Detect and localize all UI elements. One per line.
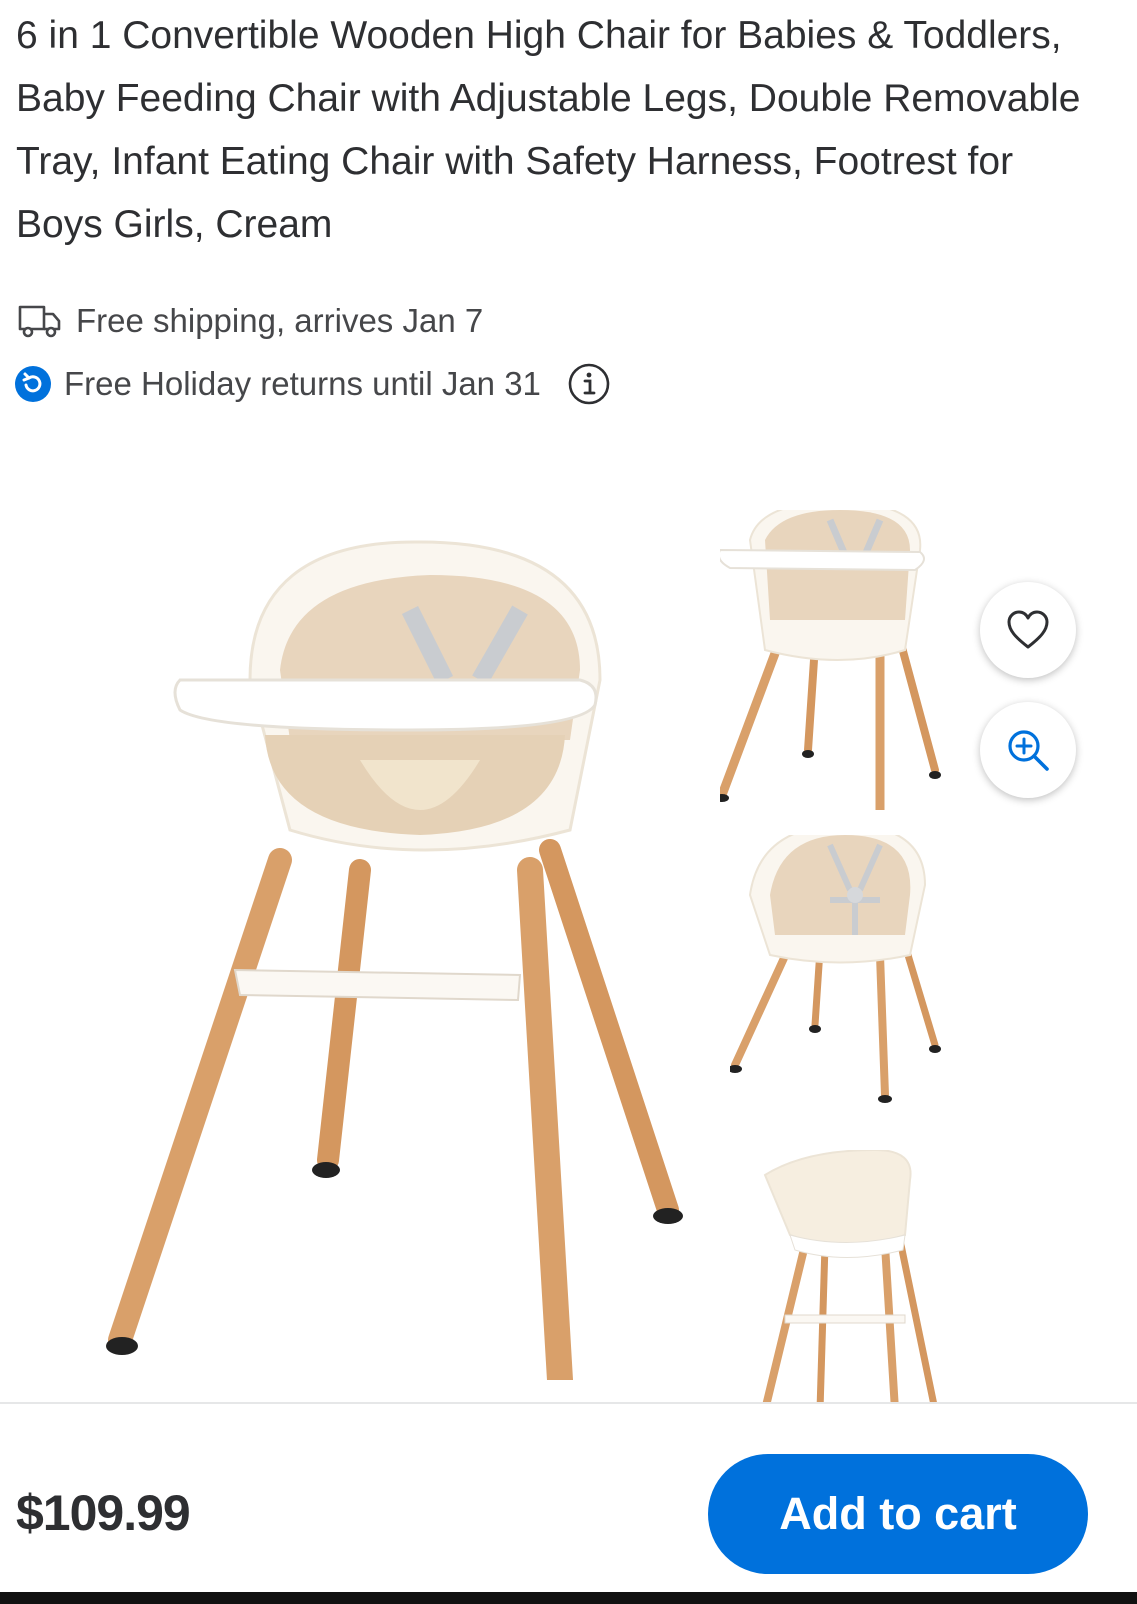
product-title: 6 in 1 Convertible Wooden High Chair for… bbox=[16, 14, 1081, 246]
product-image-gallery[interactable] bbox=[0, 470, 1137, 1403]
purchase-bar: $109.99 Add to cart bbox=[0, 1402, 1137, 1592]
returns-text: Free Holiday returns until Jan 31 bbox=[64, 365, 541, 402]
return-arrow-icon bbox=[15, 366, 51, 402]
zoom-button[interactable] bbox=[980, 702, 1076, 798]
zoom-in-icon bbox=[1008, 730, 1049, 771]
truck-icon bbox=[18, 305, 61, 338]
product-thumbnail-1[interactable] bbox=[720, 510, 960, 810]
add-to-cart-button[interactable]: Add to cart bbox=[708, 1454, 1088, 1574]
info-icon[interactable] bbox=[567, 362, 611, 406]
product-thumbnail-3[interactable] bbox=[745, 1150, 955, 1403]
heart-icon bbox=[1007, 610, 1049, 649]
product-price: $109.99 bbox=[16, 1485, 191, 1541]
returns-info: Free Holiday returns until Jan 31 bbox=[14, 362, 611, 406]
shipping-info: Free shipping, arrives Jan 7 bbox=[18, 302, 483, 340]
shipping-text: Free shipping, arrives Jan 7 bbox=[76, 302, 484, 339]
product-thumbnail-2[interactable] bbox=[730, 835, 960, 1135]
system-nav-bar bbox=[0, 1592, 1137, 1604]
favorite-button[interactable] bbox=[980, 582, 1076, 678]
product-main-image[interactable] bbox=[100, 530, 720, 1380]
